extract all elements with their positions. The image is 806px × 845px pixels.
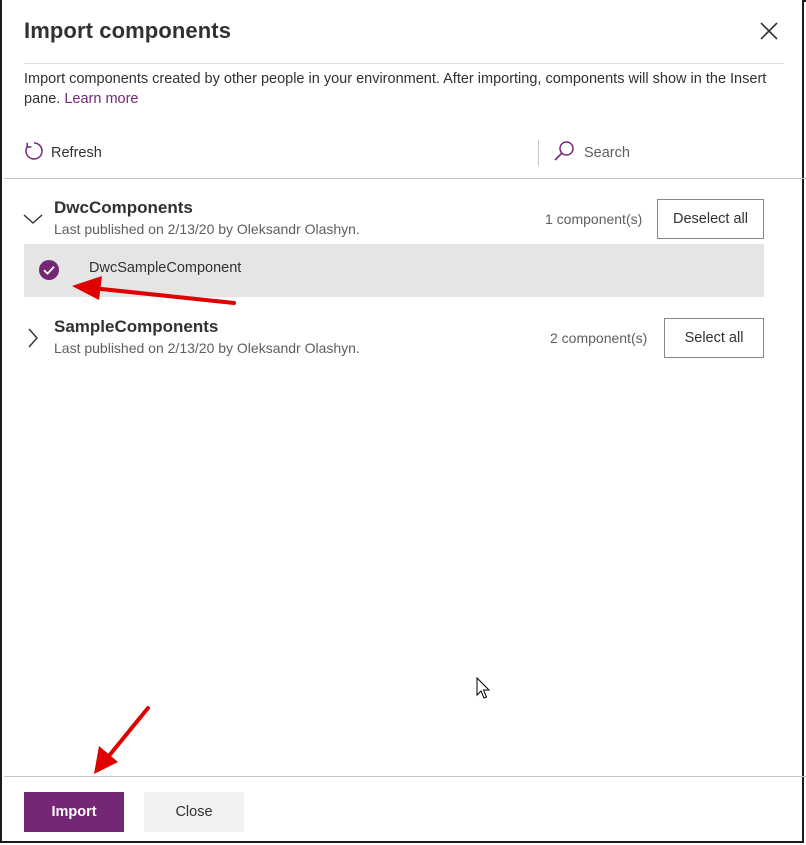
footer-divider (4, 776, 806, 777)
refresh-label: Refresh (51, 145, 102, 161)
close-button[interactable]: Close (144, 792, 244, 832)
toolbar-separator (538, 140, 539, 166)
chevron-down-icon[interactable] (23, 209, 43, 229)
dialog-title: Import components (24, 18, 232, 43)
header-divider (24, 63, 784, 64)
select-all-button[interactable]: Select all (664, 318, 764, 358)
close-icon[interactable] (758, 20, 780, 42)
dialog-description: Import components created by other peopl… (24, 69, 784, 109)
group-meta: Last published on 2/13/20 by Oleksandr O… (54, 340, 360, 356)
component-row-dwcsamplecomponent[interactable]: DwcSampleComponent (24, 244, 764, 297)
toolbar-divider (4, 178, 806, 179)
search-input[interactable]: Search (553, 140, 630, 167)
group-count: 2 component(s) (550, 330, 648, 346)
refresh-icon (24, 141, 44, 166)
group-count: 1 component(s) (545, 211, 643, 227)
chevron-right-icon[interactable] (23, 328, 43, 348)
deselect-all-button[interactable]: Deselect all (657, 199, 764, 239)
refresh-button[interactable]: Refresh (24, 141, 102, 165)
import-components-dialog: Import components Import components crea… (0, 0, 806, 843)
group-name-dwccomponents: DwcComponents (54, 198, 193, 217)
import-button[interactable]: Import (24, 792, 124, 832)
search-icon (553, 140, 575, 167)
learn-more-link[interactable]: Learn more (64, 91, 138, 107)
group-name-samplecomponents: SampleComponents (54, 317, 219, 336)
search-placeholder: Search (584, 145, 630, 161)
component-name: DwcSampleComponent (89, 260, 242, 276)
group-meta: Last published on 2/13/20 by Oleksandr O… (54, 221, 360, 237)
checkmark-icon[interactable] (38, 259, 60, 281)
